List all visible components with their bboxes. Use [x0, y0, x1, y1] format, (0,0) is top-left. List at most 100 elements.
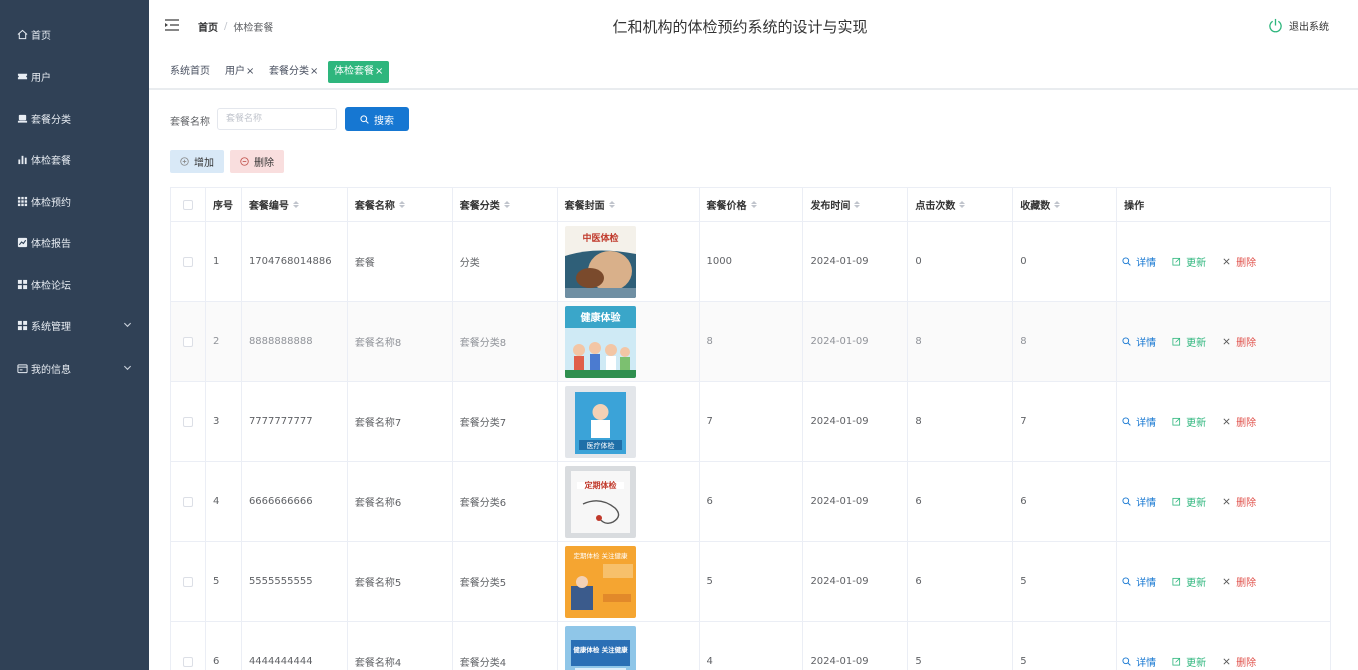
sidebar-item-label: 系统管理 [31, 321, 71, 333]
delete-button[interactable]: 删除 [1222, 654, 1256, 669]
delete-button[interactable]: 删除 [1222, 334, 1256, 349]
row-checkbox[interactable] [182, 656, 193, 667]
detail-button[interactable]: 详情 [1122, 334, 1156, 349]
sidebar-item-appointments[interactable]: 体检预约 [0, 183, 149, 219]
detail-button[interactable]: 详情 [1122, 254, 1156, 269]
app-title: 仁和机构的体检预约系统的设计与实现 [612, 18, 868, 36]
cell-cover: 中医体检 [558, 222, 700, 301]
select-all-checkbox[interactable] [182, 199, 193, 210]
column-header-label: 套餐封面 [564, 201, 605, 212]
table-header: 序号 套餐编号 套餐名称 套餐分类 套餐封面 套餐价格 发布时间 点击次数 收藏… [171, 188, 1331, 222]
add-button[interactable]: 增加 [170, 150, 224, 173]
table-row: 6 4444444444 套餐名称4 套餐分类4 健康体检 关注健康 4 202… [171, 622, 1331, 670]
search-button-label: 搜索 [374, 115, 394, 127]
tag-users[interactable]: 用户× [222, 61, 257, 83]
breadcrumb-current: 体检套餐 [233, 23, 274, 34]
detail-button[interactable]: 详情 [1122, 574, 1156, 589]
tag-system-home[interactable]: 系统首页 [167, 61, 213, 83]
column-header-sortable[interactable]: 点击次数 [908, 188, 1014, 221]
column-header-sortable[interactable]: 发布时间 [803, 188, 909, 221]
update-button[interactable]: 更新 [1172, 254, 1206, 269]
detail-button[interactable]: 详情 [1122, 414, 1156, 429]
package-cover-image[interactable]: 健康体检 关注健康 [564, 625, 636, 670]
cell-cover: 医疗体检 [558, 382, 700, 461]
cell-price: 7 [700, 382, 804, 461]
sidebar-item-system-management[interactable]: 系统管理 [0, 307, 149, 343]
sidebar-item-forum[interactable]: 体检论坛 [0, 266, 149, 302]
cell-name: 套餐名称8 [348, 302, 453, 381]
search-button[interactable]: 搜索 [345, 107, 409, 131]
detail-button[interactable]: 详情 [1122, 494, 1156, 509]
sidebar-item-label: 体检报告 [31, 238, 71, 250]
sort-icon[interactable] [608, 201, 615, 208]
edit-icon [1172, 417, 1181, 426]
edit-icon [1172, 497, 1181, 506]
delete-label: 删除 [1236, 258, 1257, 269]
cell-code: 4444444444 [242, 622, 348, 670]
sidebar-item-reports[interactable]: 体检报告 [0, 224, 149, 260]
detail-label: 详情 [1136, 418, 1157, 429]
package-cover-image[interactable]: 中医体检 [564, 225, 636, 298]
close-icon[interactable]: × [246, 66, 254, 77]
column-header-sortable[interactable]: 收藏数 [1013, 188, 1118, 221]
row-checkbox[interactable] [182, 496, 193, 507]
column-header-sortable[interactable]: 套餐名称 [348, 188, 453, 221]
update-button[interactable]: 更新 [1172, 574, 1206, 589]
detail-button[interactable]: 详情 [1122, 654, 1156, 669]
sidebar-item-my-info[interactable]: 我的信息 [0, 350, 149, 386]
column-header-sortable[interactable]: 套餐价格 [700, 188, 804, 221]
update-label: 更新 [1186, 578, 1207, 589]
sort-icon[interactable] [750, 201, 757, 208]
sort-icon[interactable] [292, 201, 299, 208]
menu-fold-icon[interactable] [164, 18, 180, 32]
column-header-label: 套餐价格 [706, 201, 747, 212]
package-cover-image[interactable]: 健康体验 [564, 305, 636, 378]
row-checkbox[interactable] [182, 256, 193, 267]
close-icon[interactable]: × [375, 66, 383, 77]
column-header-sortable[interactable]: 套餐封面 [558, 188, 700, 221]
logout-button[interactable]: 退出系统 [1268, 18, 1329, 33]
search-label: 套餐名称 [170, 117, 210, 128]
package-cover-image[interactable]: 医疗体检 [564, 385, 636, 458]
delete-label: 删除 [1236, 578, 1257, 589]
update-button[interactable]: 更新 [1172, 654, 1206, 669]
package-cover-image[interactable]: 定期体检 [564, 465, 636, 538]
delete-label: 删除 [1236, 418, 1257, 429]
breadcrumb-home[interactable]: 首页 [198, 19, 218, 34]
cell-ops: 详情 更新 删除 [1117, 382, 1331, 461]
update-button[interactable]: 更新 [1172, 334, 1206, 349]
power-icon [1269, 18, 1282, 33]
tag-packages[interactable]: 体检套餐× [328, 61, 390, 83]
sidebar-item-packages[interactable]: 体检套餐 [0, 141, 149, 177]
sort-icon[interactable] [398, 201, 405, 208]
row-checkbox[interactable] [182, 416, 193, 427]
update-button[interactable]: 更新 [1172, 494, 1206, 509]
sidebar-item-home[interactable]: 首页 [0, 16, 149, 52]
search-icon [1122, 417, 1131, 426]
cell-code: 7777777777 [242, 382, 348, 461]
delete-button[interactable]: 删除 [1222, 574, 1256, 589]
package-cover-image[interactable]: 定期体检 关注健康 [564, 545, 636, 618]
row-checkbox[interactable] [182, 576, 193, 587]
sort-icon[interactable] [854, 201, 861, 208]
column-header-label: 收藏数 [1020, 201, 1051, 212]
delete-button[interactable]: 删除 [1222, 414, 1256, 429]
sort-icon[interactable] [503, 201, 510, 208]
sort-icon[interactable] [959, 201, 966, 208]
row-checkbox[interactable] [182, 336, 193, 347]
row-select-cell [171, 462, 206, 541]
update-button[interactable]: 更新 [1172, 414, 1206, 429]
close-icon[interactable]: × [310, 66, 318, 77]
sidebar-item-package-category[interactable]: 套餐分类 [0, 100, 149, 136]
delete-button[interactable]: 删除 [1222, 254, 1256, 269]
sidebar-item-users[interactable]: 用户 [0, 58, 149, 94]
column-header-label: 套餐名称 [354, 201, 395, 212]
search-input[interactable] [217, 108, 337, 130]
window-icon [16, 362, 28, 374]
tag-package-category[interactable]: 套餐分类× [266, 61, 321, 83]
sort-icon[interactable] [1054, 201, 1061, 208]
batch-delete-button[interactable]: 删除 [230, 150, 284, 173]
column-header-sortable[interactable]: 套餐分类 [453, 188, 558, 221]
delete-button[interactable]: 删除 [1222, 494, 1256, 509]
column-header-sortable[interactable]: 套餐编号 [242, 188, 348, 221]
